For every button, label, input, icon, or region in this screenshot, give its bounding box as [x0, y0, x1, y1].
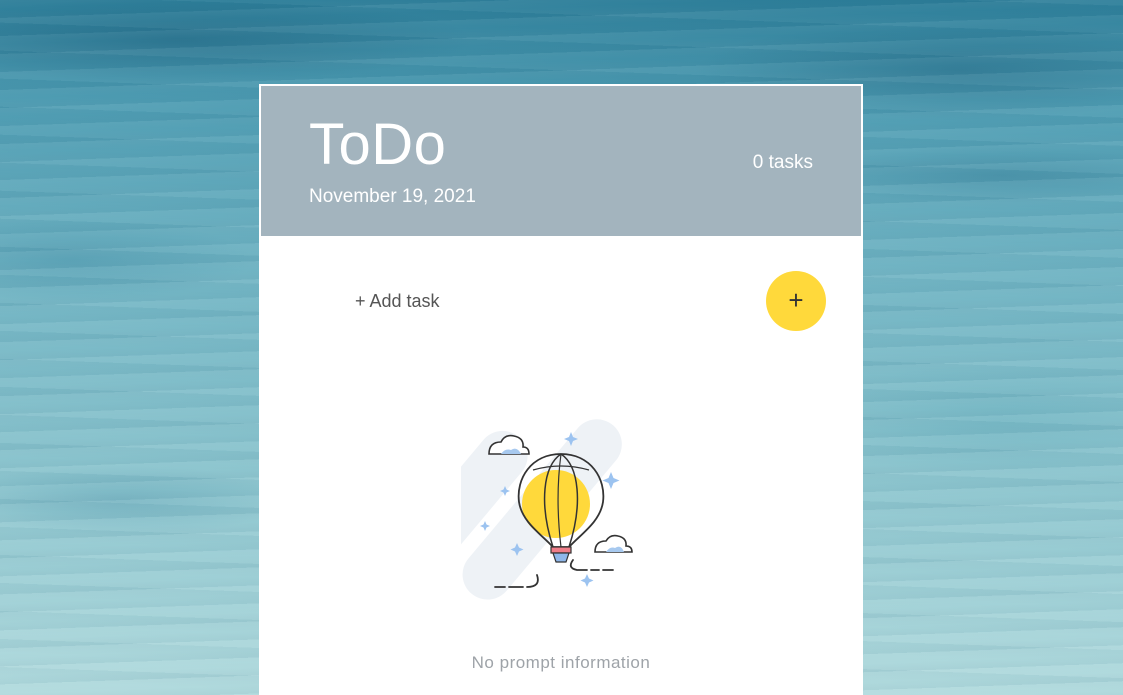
- add-task-link[interactable]: + Add task: [355, 292, 440, 310]
- hot-air-balloon-icon: [461, 419, 633, 619]
- todo-card: ToDo November 19, 2021 0 tasks + Add tas…: [259, 84, 863, 695]
- add-task-button[interactable]: +: [766, 271, 826, 331]
- current-date: November 19, 2021: [309, 186, 476, 207]
- app-title: ToDo: [309, 112, 447, 177]
- task-count: 0 tasks: [752, 152, 813, 173]
- todo-header: ToDo November 19, 2021 0 tasks: [261, 86, 861, 236]
- empty-state-message: No prompt information: [471, 653, 651, 672]
- add-task-row: + Add task +: [261, 236, 861, 366]
